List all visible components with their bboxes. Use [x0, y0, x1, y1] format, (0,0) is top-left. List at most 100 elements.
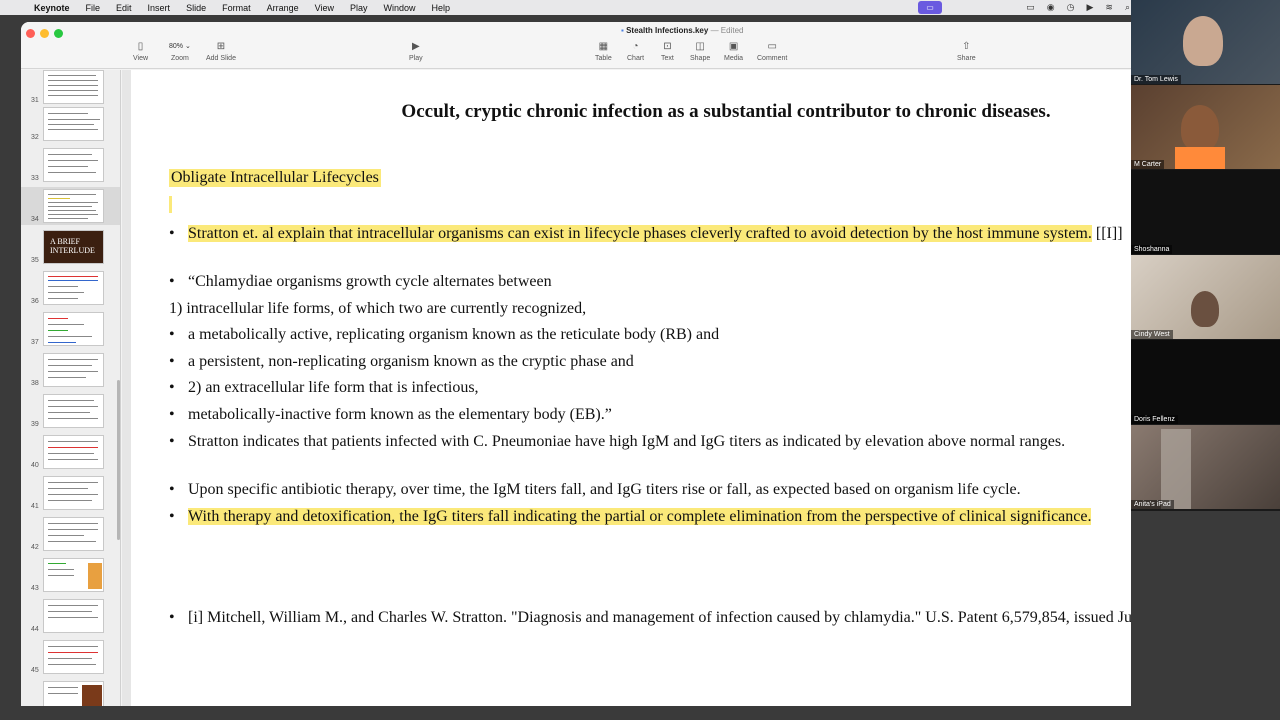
- participant-tile[interactable]: Doris Fellenz: [1131, 340, 1280, 424]
- slide-thumbnail-row[interactable]: 43: [21, 556, 120, 594]
- bullet-paragraph[interactable]: • a metabolically active, replicating or…: [169, 324, 1131, 346]
- slide-thumbnail-row[interactable]: 44: [21, 597, 120, 635]
- slide-thumbnail-row[interactable]: 33: [21, 146, 120, 184]
- participant-name: M Carter: [1131, 160, 1165, 169]
- menu-insert[interactable]: Insert: [140, 3, 179, 13]
- slide-thumbnail[interactable]: [43, 271, 104, 305]
- text-button[interactable]: ⊡ Text: [661, 41, 674, 62]
- minimize-window-button[interactable]: [40, 29, 49, 38]
- view-button[interactable]: ▯ View: [133, 41, 148, 62]
- slide-thumbnail[interactable]: [43, 107, 104, 141]
- play-button[interactable]: ▶ Play: [409, 41, 423, 62]
- slide-title[interactable]: Occult, cryptic chronic infection as a s…: [131, 101, 1131, 123]
- share-button[interactable]: ⇧ Share: [957, 41, 976, 62]
- comment-button[interactable]: ▭ Comment: [757, 41, 787, 62]
- bullet-paragraph[interactable]: • a persistent, non-replicating organism…: [169, 351, 1131, 373]
- slide-thumbnail-row[interactable]: 37: [21, 310, 120, 348]
- menu-view[interactable]: View: [307, 3, 342, 13]
- navigator-scrollbar[interactable]: [117, 380, 120, 540]
- menu-edit[interactable]: Edit: [108, 3, 140, 13]
- search-icon[interactable]: ⌕: [1125, 2, 1130, 13]
- slide-thumbnail-row[interactable]: 35 A BRIEF INTERLUDE: [21, 228, 120, 266]
- participant-name: Shoshanna: [1131, 245, 1173, 254]
- menu-help[interactable]: Help: [424, 3, 459, 13]
- participant-tile[interactable]: Anita's iPad: [1131, 425, 1280, 509]
- bullet-paragraph[interactable]: • Stratton indicates that patients infec…: [169, 431, 1131, 453]
- bullet-paragraph[interactable]: • “Chlamydiae organisms growth cycle alt…: [169, 271, 1131, 293]
- menu-file[interactable]: File: [78, 3, 109, 13]
- screen-share-icon[interactable]: ▭: [918, 1, 942, 14]
- menu-play[interactable]: Play: [342, 3, 376, 13]
- slide-thumbnail-row[interactable]: 45: [21, 638, 120, 676]
- menu-arrange[interactable]: Arrange: [259, 3, 307, 13]
- view-label: View: [133, 55, 149, 62]
- text-cursor-highlight: [169, 196, 172, 213]
- play-circle-icon[interactable]: ▶: [1086, 2, 1093, 13]
- bullet-marker: •: [169, 508, 175, 525]
- grammarly-icon[interactable]: ◉: [1047, 2, 1055, 13]
- menu-format[interactable]: Format: [214, 3, 259, 13]
- slide-thumbnail-row[interactable]: 32: [21, 105, 120, 143]
- menu-app-keynote[interactable]: Keynote: [30, 3, 78, 13]
- bullet-paragraph[interactable]: • 2) an extracellular life form that is …: [169, 377, 1131, 399]
- slide-thumbnail[interactable]: [43, 70, 104, 104]
- slide-thumbnail-row[interactable]: 36: [21, 269, 120, 307]
- status-icons: ▭ ◉ ◷ ▶ ≋ ⌕: [1026, 0, 1130, 15]
- close-window-button[interactable]: [26, 29, 35, 38]
- shape-button[interactable]: ◫ Shape: [690, 41, 710, 62]
- slide-thumbnail-row[interactable]: 31: [21, 70, 120, 106]
- slide-thumbnail[interactable]: [43, 517, 104, 551]
- slide-thumbnail-row[interactable]: 38: [21, 351, 120, 389]
- bullet-marker: •: [169, 225, 175, 242]
- participant-tile[interactable]: Dr. Tom Lewis: [1131, 0, 1280, 84]
- slide-navigator: 31 32 33 34 35 A BRIEF INTERLUDE 36 37 3…: [21, 70, 121, 706]
- table-button[interactable]: ▦ Table: [595, 41, 612, 62]
- slide-thumbnail-row[interactable]: 39: [21, 392, 120, 430]
- participant-tile[interactable]: M Carter: [1131, 85, 1280, 169]
- slide-number: 33: [31, 175, 39, 182]
- battery-icon[interactable]: ▭: [1026, 2, 1035, 13]
- slide-thumbnail[interactable]: [43, 189, 104, 223]
- participant-tile[interactable]: Cindy West: [1131, 255, 1280, 339]
- footnote-text: [i] Mitchell, William M., and Charles W.…: [188, 609, 1131, 626]
- slide-thumbnail[interactable]: [43, 476, 104, 510]
- bullet-paragraph[interactable]: • With therapy and detoxification, the I…: [169, 506, 1131, 528]
- media-button[interactable]: ▣ Media: [724, 41, 743, 62]
- menu-slide[interactable]: Slide: [178, 3, 214, 13]
- bullet-marker: •: [169, 379, 175, 396]
- slide-thumbnail[interactable]: [43, 435, 104, 469]
- slide-thumbnail-row[interactable]: [21, 679, 120, 706]
- slide-thumbnail[interactable]: [43, 148, 104, 182]
- slide-thumbnail[interactable]: [43, 681, 104, 706]
- bullet-text: Stratton et. al explain that intracellul…: [188, 223, 1131, 245]
- bullet-paragraph[interactable]: • Stratton et. al explain that intracell…: [169, 223, 1131, 245]
- slide-thumbnail[interactable]: [43, 558, 104, 592]
- time-machine-icon[interactable]: ◷: [1067, 2, 1075, 13]
- bullet-text: a persistent, non-replicating organism k…: [188, 353, 634, 370]
- numbered-paragraph[interactable]: 1) intracellular life forms, of which tw…: [169, 298, 1131, 320]
- slide-thumbnail[interactable]: [43, 599, 104, 633]
- footnote-paragraph[interactable]: • [i] Mitchell, William M., and Charles …: [169, 607, 1131, 629]
- slide[interactable]: Occult, cryptic chronic infection as a s…: [131, 70, 1131, 706]
- bullet-paragraph[interactable]: • Upon specific antibiotic therapy, over…: [169, 479, 1131, 501]
- slide-thumbnail[interactable]: [43, 353, 104, 387]
- slide-thumbnail-row[interactable]: 40: [21, 433, 120, 471]
- menu-window[interactable]: Window: [376, 3, 424, 13]
- section-heading[interactable]: Obligate Intracellular Lifecycles: [169, 169, 381, 187]
- chart-button[interactable]: ◔ Chart: [627, 41, 644, 62]
- zoom-button[interactable]: 80% ⌄ Zoom: [169, 41, 191, 62]
- participant-tile[interactable]: Shoshanna: [1131, 170, 1280, 254]
- slide-thumbnail[interactable]: [43, 312, 104, 346]
- zoom-window-button[interactable]: [54, 29, 63, 38]
- bullet-paragraph[interactable]: • metabolically-inactive form known as t…: [169, 404, 1131, 426]
- slide-thumbnail[interactable]: A BRIEF INTERLUDE: [43, 230, 104, 264]
- slide-thumbnail-row[interactable]: 42: [21, 515, 120, 553]
- slide-thumbnail-row[interactable]: 41: [21, 474, 120, 512]
- slide-thumbnail[interactable]: [43, 640, 104, 674]
- add-slide-button[interactable]: ⊞ Add Slide: [206, 41, 236, 62]
- slide-thumbnail-row-selected[interactable]: 34: [21, 187, 120, 225]
- slide-thumbnail[interactable]: [43, 394, 104, 428]
- chart-label: Chart: [627, 55, 645, 62]
- wifi-icon[interactable]: ≋: [1105, 2, 1113, 13]
- participant-video-figure: [1183, 16, 1223, 66]
